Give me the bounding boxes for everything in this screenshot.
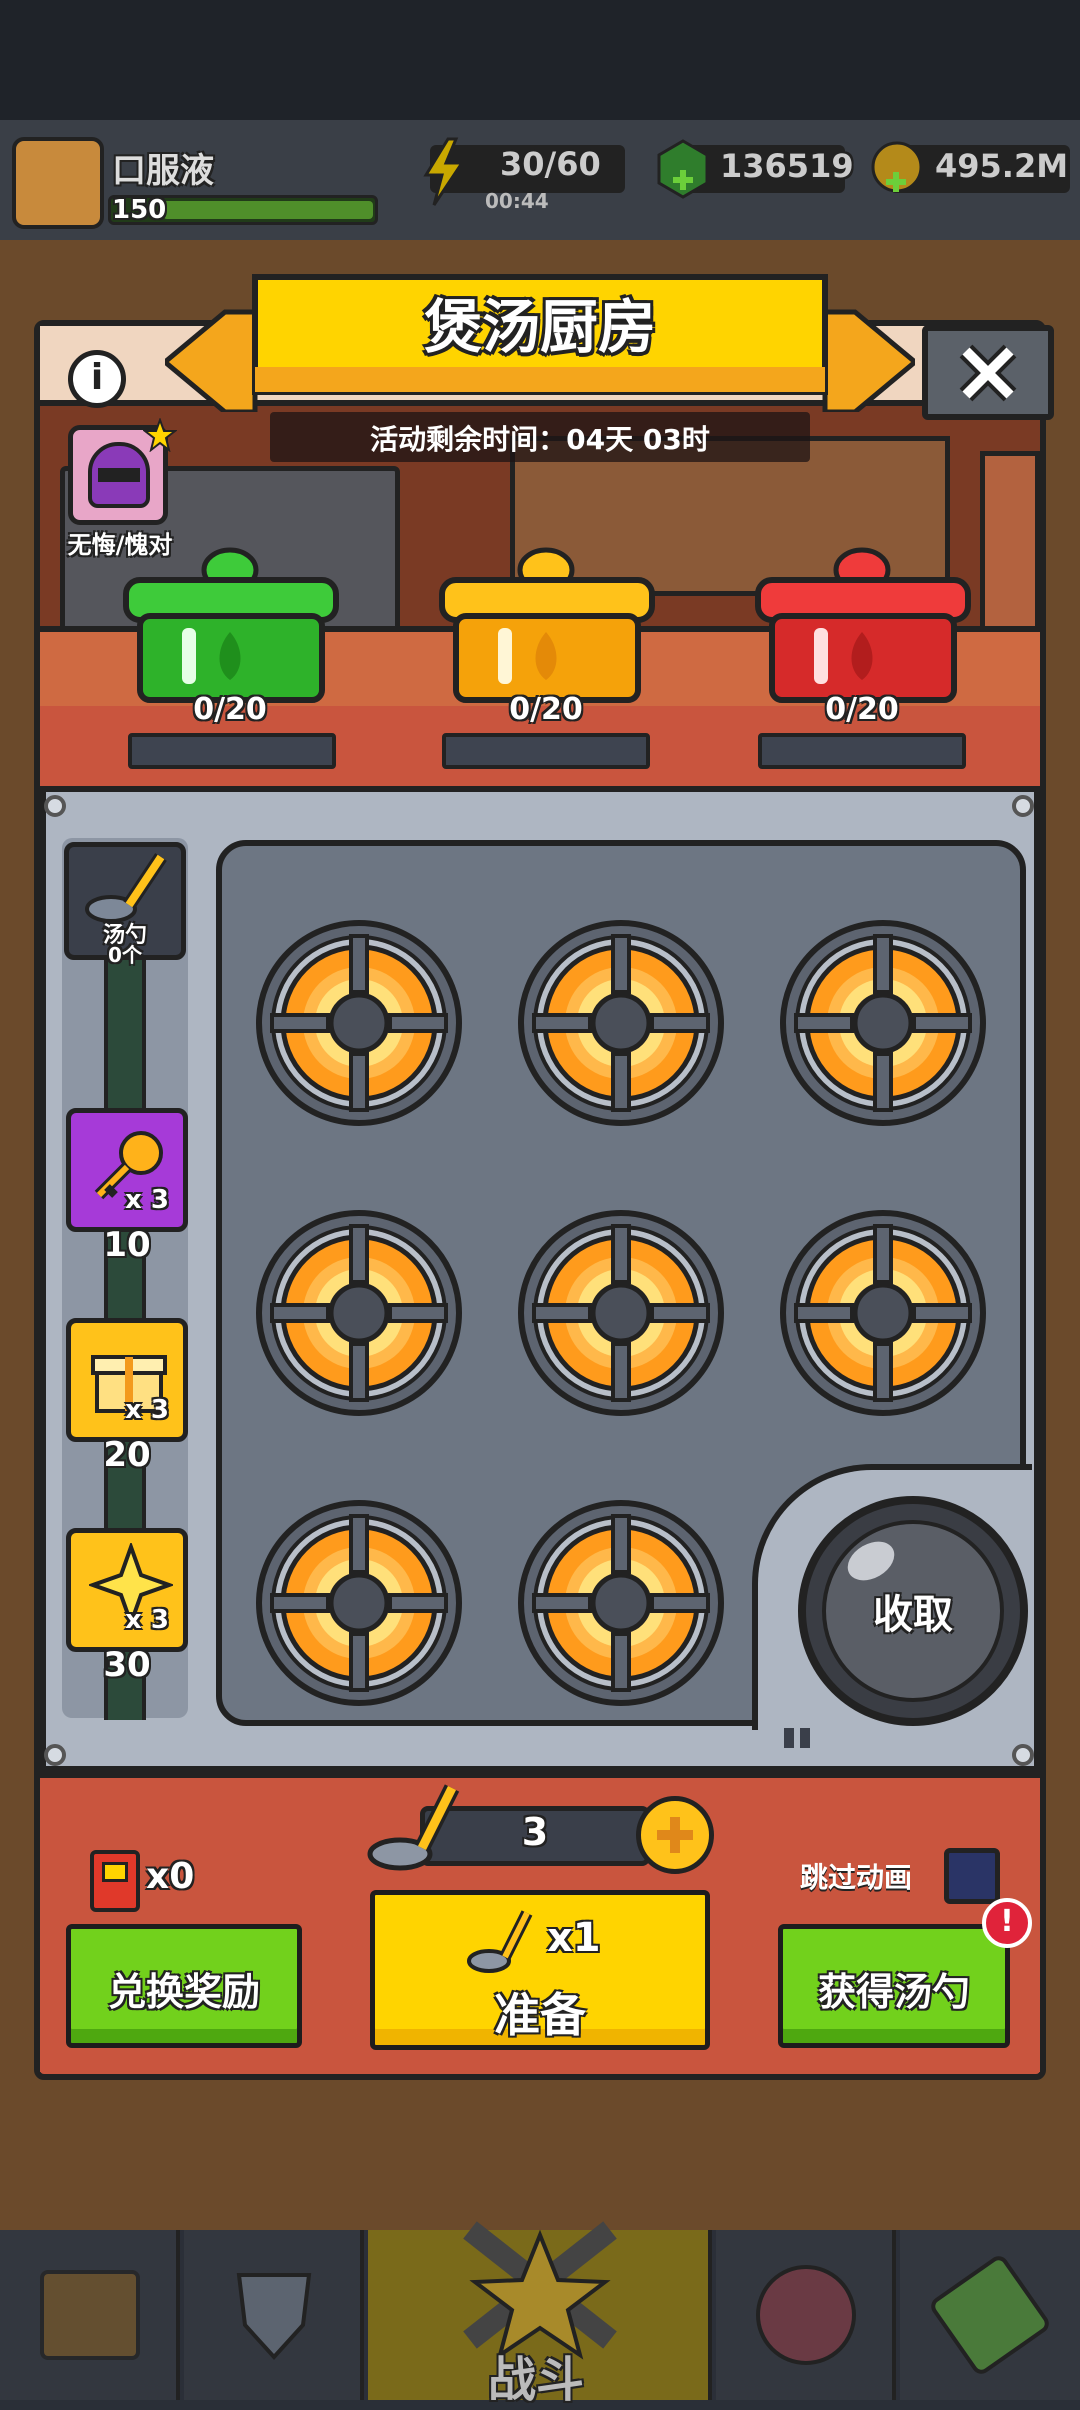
reward-star-multiplier: x 3 [125,1605,169,1635]
reward-star[interactable]: x 3 [66,1528,188,1652]
gem-count: 136519 [720,147,854,185]
exchange-reward-button[interactable]: 兑换奖励 [66,1924,302,2048]
ladle-counter: 汤勺 0个 [64,842,186,967]
rivet [44,1744,66,1766]
exchange-reward-label: 兑换奖励 [107,1970,260,2014]
get-ladle-button[interactable]: 获得汤勺 [778,1924,1010,2048]
shop-icon [40,2270,140,2360]
shield-icon [229,2265,319,2365]
rivet [1012,1744,1034,1766]
collect-button[interactable]: 收取 [798,1496,1028,1726]
reward-gift[interactable]: x 3 [66,1318,188,1442]
lightning-icon [418,137,468,207]
player-avatar[interactable] [12,137,104,229]
nav-team[interactable] [716,2230,896,2400]
ladle-icon [364,1778,464,1878]
burner-6[interactable] [778,1208,988,1418]
pot-green-progress: 0/20 [193,692,267,727]
burner-3[interactable] [778,918,988,1128]
reward-gift-multiplier: x 3 [125,1395,169,1425]
event-countdown: 活动剩余时间：04天 03时 [370,423,710,456]
gold-count: 495.2M [935,147,1069,185]
gold-coin-icon [868,139,926,199]
star-icon [142,417,178,453]
bottom-nav: 战斗 [0,2221,1080,2408]
reward-key-multiplier: x 3 [125,1185,169,1215]
dna-icon [927,2252,1053,2378]
energy-count: 30/60 [500,145,601,183]
nav-battle[interactable]: 战斗 [368,2221,712,2408]
ninja-icon [88,442,150,508]
ticket-icon [90,1850,140,1912]
reward-key[interactable]: x 3 [66,1108,188,1232]
reward-gift-threshold: 20 [103,1435,151,1475]
burner-2[interactable] [516,918,726,1128]
player-name: 口服液 [112,151,214,191]
info-icon: i [90,357,104,398]
pot-green-bar [128,733,336,769]
close-button[interactable] [922,325,1054,420]
plus-icon [655,1815,695,1855]
pot-red-progress: 0/20 [825,692,899,727]
prepare-label: 准备 [494,1988,586,2042]
burner-8[interactable] [516,1498,726,1708]
close-icon [956,341,1020,405]
gem-icon [655,139,711,199]
pot-green[interactable] [112,540,352,710]
reward-star-threshold: 30 [103,1645,151,1685]
character-portrait[interactable] [68,417,178,525]
pot-yellow-progress: 0/20 [509,692,583,727]
reward-key-threshold: 10 [103,1225,151,1265]
skip-animation-label: 跳过动画 [800,1861,913,1894]
modal-title: 煲汤厨房 [423,293,656,361]
ladle-icon [465,1907,535,1977]
nav-gene[interactable] [900,2230,1080,2400]
ladle-count: 0个 [108,943,142,967]
energy-timer: 00:44 [485,189,549,213]
pause-icon [784,1728,818,1750]
prepare-button[interactable]: x1 准备 [370,1890,710,2050]
burner-4[interactable] [254,1208,464,1418]
alert-badge-icon: ! [982,1898,1032,1948]
globe-icon [756,2265,856,2365]
prepare-multiplier: x1 [547,1915,601,1961]
burner-5[interactable] [516,1208,726,1418]
top-bar: 口服液 150 30/60 00:44 136519 495.2M [0,125,1080,235]
pot-yellow-bar [442,733,650,769]
skip-animation-checkbox[interactable] [944,1848,1000,1904]
player-level: 150 [112,195,167,225]
info-button[interactable]: i [68,350,126,408]
pot-red[interactable] [744,540,984,710]
pot-yellow[interactable] [428,540,668,710]
burner-7[interactable] [254,1498,464,1708]
get-ladle-label: 获得汤勺 [817,1970,970,2014]
add-ladle-button[interactable] [636,1796,714,1874]
crossed-swords-icon [440,2210,640,2360]
rivet [1012,795,1034,817]
burner-1[interactable] [254,918,464,1128]
collect-label: 收取 [873,1592,953,1638]
ticket-count: x0 [146,1856,195,1897]
nav-shop[interactable] [0,2230,180,2400]
pot-red-bar [758,733,966,769]
nav-equipment[interactable] [184,2230,364,2400]
rivet [44,795,66,817]
